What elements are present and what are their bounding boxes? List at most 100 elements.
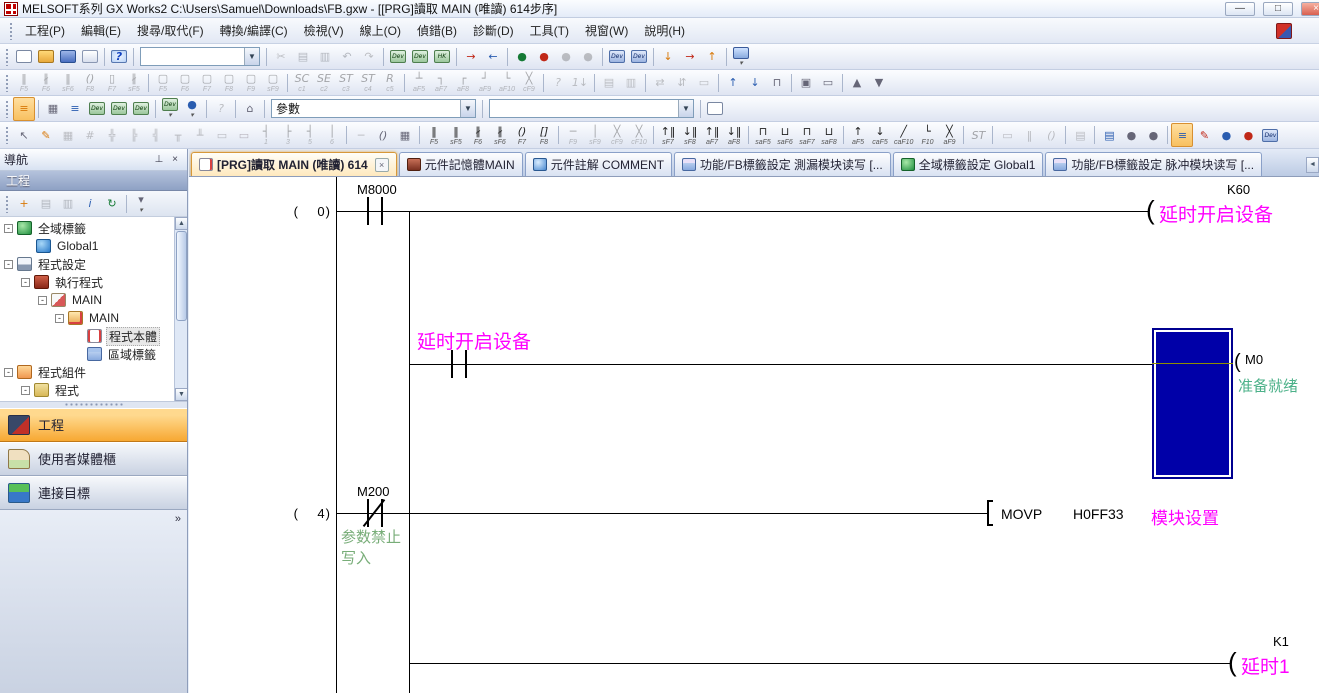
tool-new-item-button[interactable]: + xyxy=(13,192,35,216)
tool-copy-button[interactable]: ▤ xyxy=(292,45,314,69)
tool-device-batch-monitor-button[interactable]: Dev xyxy=(606,45,628,69)
tool-sfc-jump-button[interactable]: ▢F7 xyxy=(196,71,218,95)
tool-ladder-app-instr-button[interactable]: ▯F7 xyxy=(101,71,123,95)
tool-device-register-monitor-button[interactable]: Dev xyxy=(628,45,650,69)
menu-help[interactable]: 說明(H) xyxy=(636,19,693,42)
tool-jump-window-button[interactable]: ▭ xyxy=(817,71,839,95)
tool-divider-line-button[interactable]: ─ xyxy=(350,123,372,147)
ladder-selection-cursor[interactable] xyxy=(1152,328,1233,479)
tree-item-MAIN[interactable]: -MAIN xyxy=(0,399,174,401)
tool-delete-line-button[interactable]: ╳aF9 xyxy=(938,123,960,147)
tool-find-in-document-button[interactable] xyxy=(704,97,726,121)
tool-inline-st-box-button[interactable]: ▭ xyxy=(996,123,1018,147)
tool-sfc-trans-button[interactable]: ▢F9 xyxy=(240,71,262,95)
tool-sort-menu-button[interactable]: ▾▾ xyxy=(130,192,152,216)
tool-line-end-button[interactable]: └F10 xyxy=(916,123,938,147)
tool-wire-3-button[interactable]: ├3 xyxy=(277,123,299,147)
tool-coil-button[interactable]: ()F7 xyxy=(511,123,533,147)
tool-pulse-view-button[interactable]: ⊓ xyxy=(766,71,788,95)
tool-device-monitor-button[interactable]: Dev xyxy=(409,45,431,69)
tool-wire-6-button[interactable]: │6 xyxy=(321,123,343,147)
tool-line-corner1-button[interactable]: ┐aF7 xyxy=(430,71,452,95)
tool-refresh-button[interactable]: ↻ xyxy=(101,192,123,216)
tool-row-delete-button[interactable]: ╨ xyxy=(189,123,211,147)
tree-item-程式設定[interactable]: -程式設定 xyxy=(0,255,174,273)
tool-ladder-open-branch-button[interactable]: ‖sF6 xyxy=(57,71,79,95)
tool-monitor-stop-button[interactable]: ● xyxy=(533,45,555,69)
tree-expander-icon[interactable]: - xyxy=(4,224,13,233)
tool-find-tool-button[interactable]: ●▾ xyxy=(181,97,203,121)
tool-device-comment-list-button[interactable]: Dev xyxy=(86,97,108,121)
toolbar-combobox[interactable]: 參數▼ xyxy=(271,99,476,118)
tool-sfc-r-button[interactable]: STc4 xyxy=(357,71,379,95)
tool-comment-display-button[interactable]: ⇄ xyxy=(649,71,671,95)
tool-batch-monitor-window-button[interactable]: ▤ xyxy=(598,71,620,95)
tree-item-執行程式[interactable]: -執行程式 xyxy=(0,273,174,291)
tool-line-corner4-button[interactable]: └aF10 xyxy=(496,71,518,95)
tool-sfc-se-button[interactable]: SEc2 xyxy=(313,71,335,95)
tool-help-button[interactable]: ? xyxy=(108,45,130,69)
close-button[interactable]: × xyxy=(1301,2,1319,16)
tool-document-list-button[interactable]: ▤ xyxy=(1098,123,1120,147)
tool-ladder-close-branch-button[interactable]: ∦sF5 xyxy=(123,71,145,95)
tool-device-reference-button[interactable]: Dev xyxy=(130,97,152,121)
tool-function-block-selection-button[interactable]: ▦ xyxy=(42,97,64,121)
tree-expander-icon[interactable]: - xyxy=(38,296,47,305)
tool-monitor-pause-button[interactable]: ● xyxy=(555,45,577,69)
tool-redo-button[interactable]: ↷ xyxy=(358,45,380,69)
tool-sfc-sel-button[interactable]: ▢sF9 xyxy=(262,71,284,95)
tool-pulse-fall-parallel-button[interactable]: ↓‖aF8 xyxy=(723,123,745,147)
tool-monitor-resume-button[interactable]: ● xyxy=(577,45,599,69)
tool-device-small-button[interactable]: Dev xyxy=(1259,123,1281,147)
tool-paste-button[interactable]: ▥ xyxy=(314,45,336,69)
tool-contact-close-parallel-button[interactable]: ∦sF6 xyxy=(489,123,511,147)
tool-pulse-rise-close-button[interactable]: ⊓saF5 xyxy=(752,123,774,147)
tool-sfc-rr-button[interactable]: Rc5 xyxy=(379,71,401,95)
tool-undo-button[interactable]: ↶ xyxy=(336,45,358,69)
chevron-down-icon[interactable]: ▾ xyxy=(739,60,743,67)
tool-print-button[interactable] xyxy=(79,45,101,69)
menu-convert-compile[interactable]: 轉換/編譯(C) xyxy=(212,19,296,42)
tool-jump-find-button[interactable]: ▣ xyxy=(795,71,817,95)
tool-monitor-start-button[interactable]: ● xyxy=(511,45,533,69)
tool-wire-5-button[interactable]: ┤5 xyxy=(299,123,321,147)
tool-contact-open-parallel-button[interactable]: ‖sF5 xyxy=(445,123,467,147)
tool-sfc-sc-button[interactable]: SCc1 xyxy=(291,71,313,95)
tab-close-icon[interactable]: × xyxy=(375,158,389,172)
tool-screen-color-button[interactable]: ▭ xyxy=(233,123,255,147)
tab-5[interactable]: 功能/FB標籤設定 脉冲模块读写 [... xyxy=(1045,152,1262,176)
tree-item-程式[interactable]: -程式 xyxy=(0,381,174,399)
menu-window[interactable]: 視窗(W) xyxy=(577,19,636,42)
menu-find-replace[interactable]: 搜尋/取代(F) xyxy=(129,19,212,42)
tree-expander-icon[interactable]: - xyxy=(4,260,13,269)
tool-cross-reference-button[interactable]: ⌂ xyxy=(239,97,261,121)
tree-item-程式本體[interactable]: 程式本體 xyxy=(0,327,174,345)
tool-chip-tool-button[interactable]: ▦ xyxy=(394,123,416,147)
tool-watch-window2-button[interactable]: ● xyxy=(1237,123,1259,147)
tree-item-MAIN[interactable]: -MAIN xyxy=(0,309,174,327)
tool-device-comment-x-button[interactable]: Dev xyxy=(387,45,409,69)
chevron-down-icon[interactable]: ▼ xyxy=(678,100,693,117)
tool-help-context-button[interactable]: ? xyxy=(210,97,232,121)
tool-pulse-rise-parallel-button[interactable]: ↑‖aF7 xyxy=(701,123,723,147)
close-icon[interactable]: × xyxy=(167,152,183,168)
tab-3[interactable]: 功能/FB標籤設定 測漏模块读写 [... xyxy=(674,152,891,176)
tree-expander-icon[interactable]: - xyxy=(4,368,13,377)
tool-watch-window1-button[interactable]: ● xyxy=(1215,123,1237,147)
nav-button-connect-destination[interactable]: 連接目標 xyxy=(0,476,187,510)
tool-statement-display-button[interactable]: ⇵ xyxy=(671,71,693,95)
tool-edit-coil-button[interactable]: () xyxy=(1040,123,1062,147)
tool-open-project-button[interactable] xyxy=(35,45,57,69)
tab-scroll-left-icon[interactable]: ◄ xyxy=(1306,157,1319,173)
tool-rise-convert-button[interactable]: ↑aF5 xyxy=(847,123,869,147)
tool-sort-ascending-button[interactable]: 1↓ xyxy=(569,71,591,95)
nav-button-user-library[interactable]: 使用者媒體櫃 xyxy=(0,442,187,476)
tool-new-project-button[interactable] xyxy=(13,45,35,69)
menu-debug[interactable]: 偵錯(B) xyxy=(409,19,465,42)
tool-device-test-dialog-button[interactable]: ? xyxy=(547,71,569,95)
menu-diagnostics[interactable]: 診斷(D) xyxy=(465,19,522,42)
menu-right-tool-button[interactable] xyxy=(1273,19,1295,43)
maximize-button[interactable]: □ xyxy=(1263,2,1293,16)
tree-expander-icon[interactable]: - xyxy=(21,278,30,287)
tool-line-delete-button[interactable]: ╳cF9 xyxy=(518,71,540,95)
